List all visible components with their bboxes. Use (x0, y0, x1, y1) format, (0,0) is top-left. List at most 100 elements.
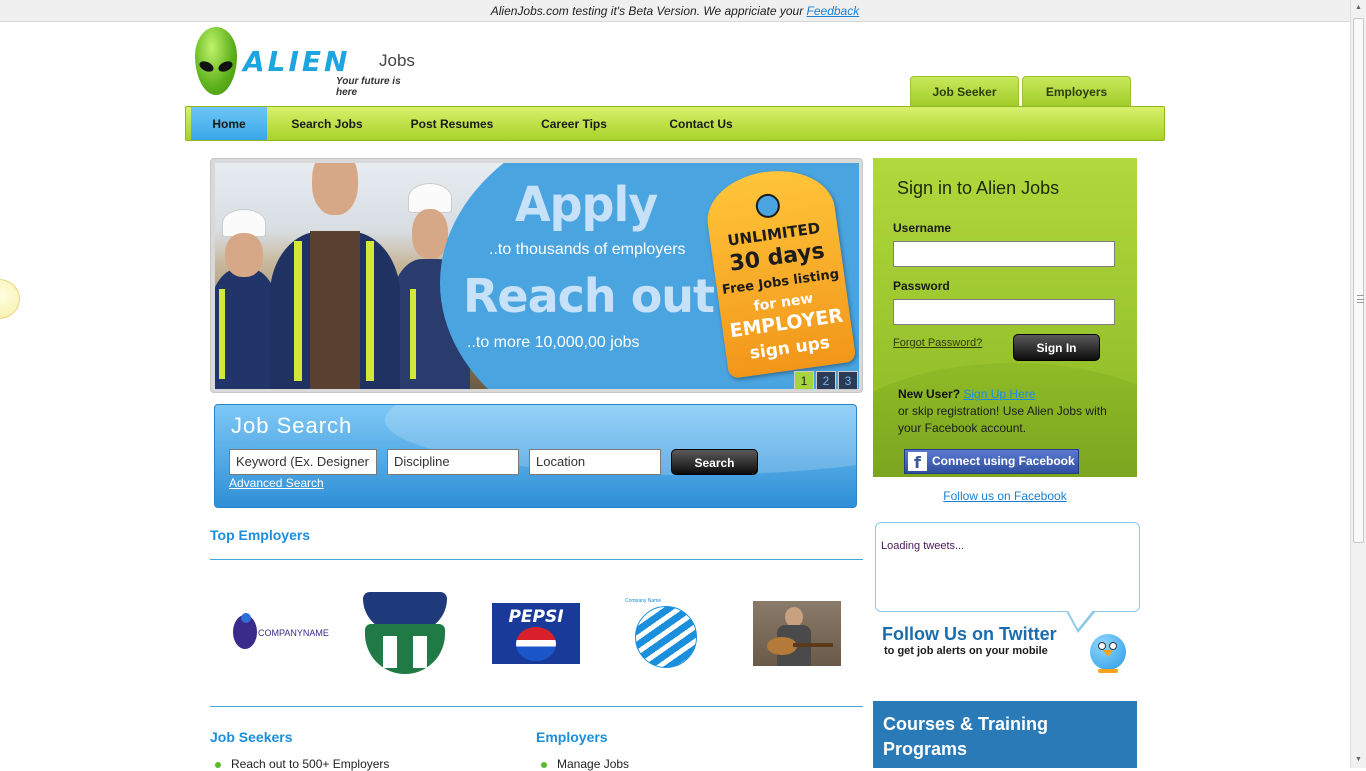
scroll-up-arrow-icon[interactable]: ▲ (1351, 0, 1366, 16)
worker-face (312, 163, 358, 215)
bird-beak (1103, 650, 1113, 657)
vest-stripe (410, 289, 416, 379)
nav-contact-us[interactable]: Contact Us (660, 107, 742, 140)
nav-career-tips[interactable]: Career Tips (530, 107, 618, 140)
keyword-input[interactable]: Keyword (Ex. Designer (229, 449, 377, 475)
twitter-follow-title[interactable]: Follow Us on Twitter (882, 624, 1057, 645)
username-input[interactable] (893, 241, 1115, 267)
password-label: Password (893, 279, 950, 293)
tab-employers[interactable]: Employers (1022, 76, 1131, 107)
worker-shirt (310, 231, 360, 389)
job-seekers-heading: Job Seekers (210, 729, 293, 745)
page-scrollbar[interactable]: ▲ ▼ (1350, 0, 1366, 768)
facebook-connect-button[interactable]: f Connect using Facebook (904, 449, 1079, 474)
banner-page-1[interactable]: 1 (794, 371, 814, 390)
alien-eye-left (197, 59, 216, 74)
signin-panel: Sign in to Alien Jobs Username Password … (873, 158, 1137, 477)
discipline-input[interactable]: Discipline (387, 449, 519, 475)
worker-face (412, 209, 448, 259)
pepsi-globe-icon (516, 627, 556, 661)
guitar-neck (793, 643, 833, 647)
bullet-icon (215, 761, 221, 768)
scroll-down-arrow-icon[interactable]: ▼ (1351, 752, 1366, 768)
employer-logo-whalers[interactable] (361, 590, 449, 678)
banner-reach-subtext: ..to more 10,000,00 jobs (467, 334, 640, 351)
nav-search-jobs[interactable]: Search Jobs (281, 107, 373, 140)
banner-slide: Apply ..to thousands of employers Reach … (215, 163, 859, 389)
tweets-loading-text: Loading tweets... (881, 540, 965, 552)
employers-heading: Employers (536, 729, 608, 745)
banner-apply-subtext: ..to thousands of employers (489, 241, 686, 258)
facebook-icon: f (908, 452, 927, 472)
signup-link[interactable]: Sign Up Here (963, 387, 1035, 401)
job-seekers-item-text: Reach out to 500+ Employers (231, 757, 390, 771)
top-employers-heading: Top Employers (210, 527, 311, 543)
vest-stripe (219, 289, 225, 379)
speech-tail-inner (1067, 609, 1094, 629)
advanced-search-link[interactable]: Advanced Search (229, 476, 324, 490)
main-nav: Home Search Jobs Post Resumes Career Tip… (185, 106, 1165, 141)
tweets-box: Loading tweets... (875, 522, 1140, 633)
scrollbar-thumb[interactable] (1353, 18, 1364, 543)
promo-banner[interactable]: Apply ..to thousands of employers Reach … (210, 158, 863, 393)
new-user-label: New User? (898, 387, 961, 401)
search-button[interactable]: Search (671, 449, 758, 475)
skip-registration-text: or skip registration! Use Alien Jobs wit… (898, 404, 1107, 435)
pepsi-text: PEPSI (508, 607, 564, 627)
banner-reach-heading: Reach out (463, 269, 715, 323)
worker-center (270, 163, 400, 389)
twitter-bird-icon[interactable] (1088, 628, 1128, 674)
job-seekers-item[interactable]: Reach out to 500+ Employers (215, 757, 389, 771)
job-search-panel: Job Search Keyword (Ex. Designer Discipl… (214, 404, 857, 508)
beta-notice-bar: AlienJobs.com testing it's Beta Version.… (0, 0, 1350, 22)
courses-panel[interactable]: Courses & Training Programs (873, 701, 1137, 768)
divider (210, 559, 863, 560)
beta-notice-text: AlienJobs.com testing it's Beta Version.… (490, 4, 807, 18)
new-user-text: New User? Sign Up Here or skip registrat… (898, 386, 1128, 437)
site-logo[interactable]: ALIEN Jobs Your future is here (193, 27, 423, 98)
banner-page-2[interactable]: 2 (816, 371, 836, 390)
forgot-password-link[interactable]: Forgot Password? (893, 337, 982, 349)
striped-globe-icon (635, 606, 697, 668)
grip-icon (1357, 295, 1364, 303)
tag-hole-icon (754, 192, 782, 220)
signin-button[interactable]: Sign In (1013, 334, 1100, 361)
bird-feet (1098, 669, 1118, 673)
follow-facebook-link[interactable]: Follow us on Facebook (873, 489, 1137, 503)
logo-tagline: Your future is here (336, 76, 401, 98)
alien-head-icon (195, 27, 237, 95)
facebook-connect-label: Connect using Facebook (932, 454, 1075, 468)
employer-logo-pepsi[interactable]: PEPSI (492, 603, 580, 664)
bullet-icon (541, 761, 547, 768)
w-gap (413, 636, 427, 668)
username-label: Username (893, 221, 952, 235)
w-gap (383, 636, 397, 668)
globe-company-text: Company Name (625, 598, 662, 604)
company-dot-icon (241, 613, 251, 623)
employer-logo-guitarist[interactable] (753, 601, 841, 666)
worker-face (225, 233, 263, 277)
banner-apply-heading: Apply (515, 175, 658, 233)
divider (210, 706, 863, 707)
banner-page-3[interactable]: 3 (838, 371, 858, 390)
nav-post-resumes[interactable]: Post Resumes (401, 107, 503, 140)
bird-eye-right (1109, 642, 1117, 650)
employers-item[interactable]: Manage Jobs (541, 757, 629, 771)
nav-home[interactable]: Home (191, 107, 267, 140)
tab-job-seeker[interactable]: Job Seeker (910, 76, 1019, 107)
person-head (785, 607, 803, 627)
password-input[interactable] (893, 299, 1115, 325)
employers-item-text: Manage Jobs (557, 757, 630, 771)
w-shape-icon (365, 624, 445, 674)
employer-logo-globe[interactable]: Company Name (623, 598, 713, 670)
bird-eye-left (1098, 642, 1106, 650)
feedback-link[interactable]: Feedback (807, 4, 860, 18)
signin-title: Sign in to Alien Jobs (897, 178, 1060, 198)
location-input[interactable]: Location (529, 449, 661, 475)
courses-title: Courses & Training Programs (883, 714, 1049, 759)
job-search-title: Job Search (231, 413, 353, 438)
logo-brand-suffix: Jobs (379, 51, 415, 70)
company-logo-text: COMPANYNAME (258, 628, 329, 638)
twitter-follow-subtitle: to get job alerts on your mobile (884, 645, 1048, 657)
employer-logo-companyname[interactable]: COMPANYNAME (228, 608, 329, 658)
